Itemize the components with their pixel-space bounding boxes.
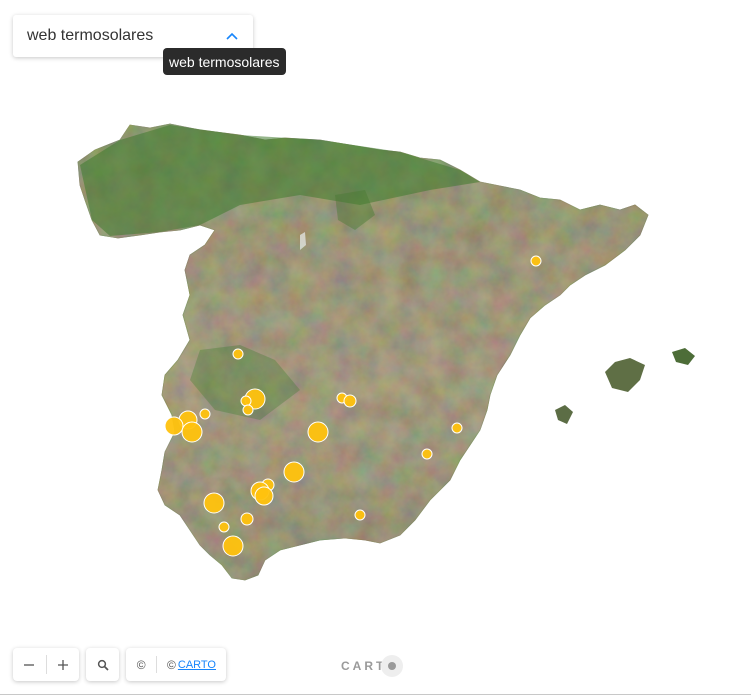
carto-attribution-link[interactable]: CARTO (178, 659, 216, 671)
solar-plant-marker[interactable] (530, 255, 542, 267)
solar-plant-marker[interactable] (203, 492, 225, 514)
map-canvas[interactable] (0, 0, 751, 698)
attribution-prefix: © (167, 657, 176, 672)
zoom-out-icon (24, 663, 35, 666)
solar-plant-marker[interactable] (283, 461, 305, 483)
attribution-divider (156, 656, 158, 673)
tooltip-text: web termosolares (169, 53, 280, 70)
chevron-up-icon[interactable] (225, 29, 239, 43)
attribution-control: © © CARTO (126, 648, 226, 681)
bottom-border (0, 694, 751, 695)
layer-tooltip: web termosolares (163, 48, 286, 75)
search-icon (97, 659, 109, 671)
solar-plant-marker[interactable] (421, 448, 433, 460)
solar-plant-marker[interactable] (451, 422, 463, 434)
solar-plant-marker[interactable] (343, 394, 357, 408)
zoom-in-icon (57, 659, 68, 670)
balearic-islands (555, 348, 695, 424)
solar-plant-marker[interactable] (218, 521, 230, 533)
layer-selector-label: web termosolares (27, 27, 154, 44)
solar-plant-marker[interactable] (222, 535, 244, 557)
carto-logo-text: CART (341, 659, 387, 673)
solar-plant-marker[interactable] (232, 348, 244, 360)
carto-logo: CART (341, 655, 404, 677)
solar-plant-marker[interactable] (354, 509, 366, 521)
zoom-out-button[interactable] (13, 648, 46, 681)
solar-plant-marker[interactable] (240, 395, 252, 407)
solar-plant-marker[interactable] (240, 512, 254, 526)
search-button[interactable] (86, 648, 119, 681)
zoom-controls (13, 648, 79, 681)
solar-plant-marker[interactable] (199, 408, 211, 420)
solar-plant-marker[interactable] (254, 486, 274, 506)
solar-plant-marker[interactable] (242, 404, 254, 416)
iberia-landmass (77, 123, 649, 581)
solar-plant-marker[interactable] (181, 421, 203, 443)
solar-plant-marker[interactable] (164, 416, 184, 436)
zoom-in-button[interactable] (46, 648, 79, 681)
attribution-toggle[interactable]: © (136, 658, 146, 672)
solar-plant-marker[interactable] (307, 421, 329, 443)
carto-logo-dot (381, 655, 404, 677)
